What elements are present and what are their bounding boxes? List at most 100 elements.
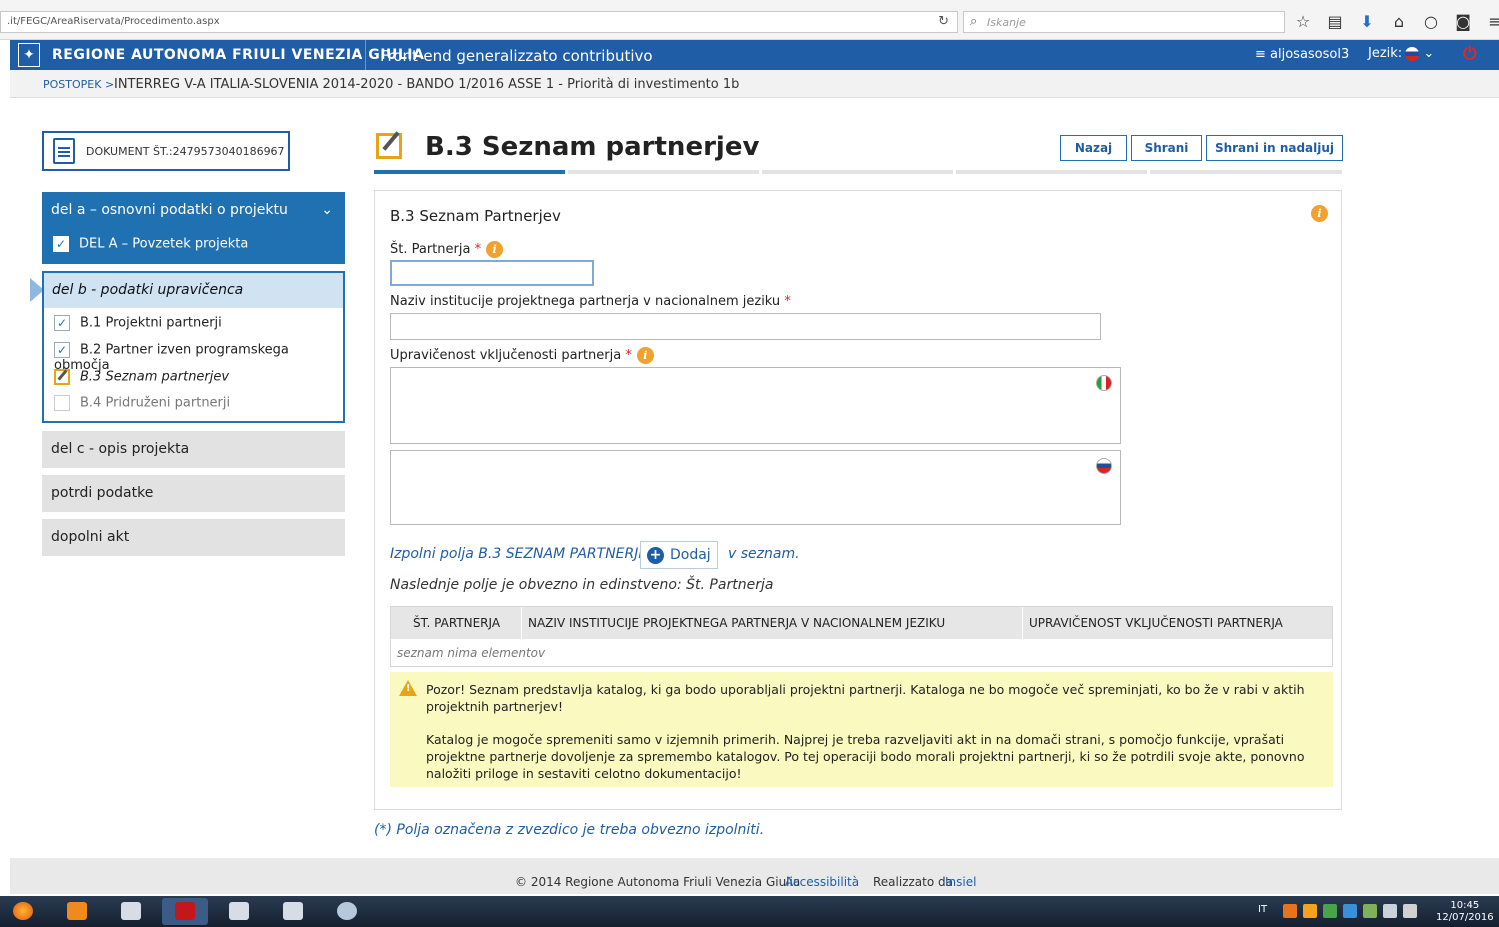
window-taskbar-button[interactable]	[270, 898, 316, 925]
system-clock[interactable]: 10:45 12/07/2016	[1436, 900, 1494, 924]
unique-field-note: Naslednje polje je obvezno in edinstveno…	[390, 577, 774, 593]
home-icon[interactable]: ⌂	[1386, 10, 1412, 34]
document-number: DOKUMENT ŠT.:2479573040186967	[86, 145, 285, 158]
required-asterisk: *	[784, 294, 791, 309]
sidebar-section-b[interactable]: del b - podatki upravičenca ✓ B.1 Projekt…	[42, 271, 345, 423]
footer-copyright: © 2014 Regione Autonoma Friuli Venezia G…	[515, 875, 801, 889]
chat-icon[interactable]: ○	[1418, 10, 1444, 34]
progress-tab	[568, 170, 759, 174]
label-text: Upravičenost vključenosti partnerja	[390, 348, 622, 363]
footer-realized-by: Realizzato da	[873, 875, 953, 889]
acrobat-icon	[175, 902, 195, 920]
breadcrumb-value: INTERREG V-A ITALIA-SLOVENIA 2014-2020 -…	[114, 77, 740, 92]
user-menu[interactable]: ≡ aljosasosol3	[1255, 47, 1349, 62]
back-button[interactable]: Nazaj	[1060, 135, 1127, 161]
slovenian-flag-icon	[1096, 458, 1112, 474]
url-bar[interactable]: .it/FEGC/AreaRiservata/Procedimento.aspx…	[0, 11, 958, 33]
chevron-down-icon: ⌄	[1423, 46, 1435, 61]
window-icon	[121, 902, 141, 920]
window-taskbar-button[interactable]	[108, 898, 154, 925]
add-button-label: Dodaj	[670, 547, 711, 563]
display-icon[interactable]	[1383, 904, 1397, 918]
tray-icon[interactable]	[1303, 904, 1317, 918]
column-header[interactable]: NAZIV INSTITUCIJE PROJEKTNEGA PARTNERJA …	[528, 616, 945, 630]
eligibility-label: Upravičenost vključenosti partnerja * i	[390, 347, 654, 364]
sidebar-button-dopolni[interactable]: dopolni akt	[42, 519, 345, 556]
window-taskbar-button[interactable]	[216, 898, 262, 925]
footer-company-link[interactable]: Insiel	[945, 875, 976, 889]
fill-prefix: Izpolni polja B.3 SEZNAM PARTNERJEV v	[390, 546, 670, 562]
menu-icon[interactable]: ≡	[1482, 10, 1499, 34]
sidebar-button-potrdi[interactable]: potrdi podatke	[42, 475, 345, 512]
browser-search-input[interactable]: ⌕ Iskanje	[963, 11, 1285, 33]
firefox-icon	[13, 902, 33, 920]
paint-taskbar-button[interactable]	[324, 898, 370, 925]
sidebar-item-b3[interactable]: B.3 Seznam partnerjev	[54, 369, 229, 385]
sidebar-item-b4[interactable]: B.4 Pridruženi partnerji	[54, 395, 230, 411]
progress-tab	[1150, 170, 1342, 174]
institution-name-input[interactable]	[390, 313, 1101, 340]
breadcrumb-key[interactable]: POSTOPEK >	[43, 78, 114, 91]
footer: © 2014 Regione Autonoma Friuli Venezia G…	[10, 858, 1499, 894]
star-icon[interactable]: ☆	[1290, 10, 1316, 34]
header-divider	[365, 40, 366, 70]
document-number-box: DOKUMENT ŠT.:2479573040186967	[42, 131, 290, 171]
pocket-icon[interactable]: ◙	[1450, 10, 1476, 34]
footer-accessibility-link[interactable]: Accessibilità	[785, 875, 859, 889]
tray-icon[interactable]	[1283, 904, 1297, 918]
checkbox-checked-icon: ✓	[54, 342, 70, 358]
info-icon[interactable]: i	[1311, 205, 1328, 222]
checkbox-empty-icon	[54, 395, 70, 411]
warning-icon	[399, 680, 417, 696]
eligibility-textarea-slovenian[interactable]	[390, 450, 1121, 525]
sidebar-button-del-c[interactable]: del c - opis projekta	[42, 431, 345, 468]
firefox-taskbar-button[interactable]	[0, 898, 46, 925]
app-title: Front-end generalizzato contributivo	[380, 47, 653, 65]
language-selector[interactable]: Jezik: ⌄	[1368, 46, 1434, 61]
column-header[interactable]: UPRAVIČENOST VKLJUČENOSTI PARTNERJA	[1029, 616, 1283, 630]
info-icon[interactable]: i	[486, 241, 504, 258]
reader-icon[interactable]: ▤	[1322, 10, 1348, 34]
sidebar-item-b1[interactable]: ✓ B.1 Projektni partnerji	[54, 315, 222, 331]
warning-paragraph-2: Katalog je mogoče spremeniti samo v izje…	[426, 732, 1305, 781]
partner-number-input[interactable]	[390, 260, 594, 286]
keyboard-language[interactable]: IT	[1258, 904, 1267, 915]
reload-icon[interactable]: ↻	[938, 14, 949, 29]
window-icon	[283, 902, 303, 920]
plus-icon: +	[647, 547, 664, 564]
fill-suffix: v seznam.	[728, 546, 800, 562]
browser-toolbar: .it/FEGC/AreaRiservata/Procedimento.aspx…	[0, 0, 1499, 40]
institution-name-label: Naziv institucije projektnega partnerja …	[390, 294, 791, 309]
required-asterisk: *	[625, 348, 632, 363]
tray-icon[interactable]	[1343, 904, 1357, 918]
region-logo-icon: ✦	[18, 43, 40, 67]
url-text[interactable]: .it/FEGC/AreaRiservata/Procedimento.aspx	[7, 16, 220, 27]
tray-icon[interactable]	[1323, 904, 1337, 918]
page-title: B.3 Seznam partnerjev	[425, 132, 760, 162]
column-divider	[521, 607, 522, 639]
sidebar-section-a[interactable]: del a – osnovni podatki o projektu ⌄ ✓ DE…	[42, 192, 345, 264]
warning-box: Pozor! Seznam predstavlja katalog, ki ga…	[390, 672, 1333, 787]
add-button[interactable]: + Dodaj	[640, 541, 718, 569]
acrobat-taskbar-button[interactable]	[162, 898, 208, 925]
info-icon[interactable]: i	[636, 347, 654, 364]
search-icon: ⌕	[970, 14, 978, 29]
window-icon	[229, 902, 249, 920]
download-icon[interactable]: ⬇	[1354, 10, 1380, 34]
progress-tab	[762, 170, 953, 174]
volume-icon[interactable]	[1403, 904, 1417, 918]
chevron-down-icon[interactable]: ⌄	[321, 202, 333, 218]
section-b-header[interactable]: del b - podatki upravičenca	[44, 273, 343, 308]
eligibility-textarea-italian[interactable]	[390, 367, 1121, 444]
save-and-continue-button[interactable]: Shrani in nadaljuj	[1206, 135, 1343, 161]
required-fields-note: (*) Polja označena z zvezdico je treba o…	[374, 822, 765, 838]
column-header[interactable]: ŠT. PARTNERJA	[413, 616, 500, 630]
logout-power-icon[interactable]: ⏻	[1463, 44, 1476, 64]
sidebar-item-del-a[interactable]: ✓ DEL A – Povzetek projekta	[53, 236, 248, 252]
italian-flag-icon	[1096, 375, 1112, 391]
network-icon[interactable]	[1363, 904, 1377, 918]
required-asterisk: *	[474, 242, 482, 257]
section-a-title[interactable]: del a – osnovni podatki o projektu	[51, 202, 288, 218]
media-player-taskbar-button[interactable]	[54, 898, 100, 925]
save-button[interactable]: Shrani	[1131, 135, 1202, 161]
